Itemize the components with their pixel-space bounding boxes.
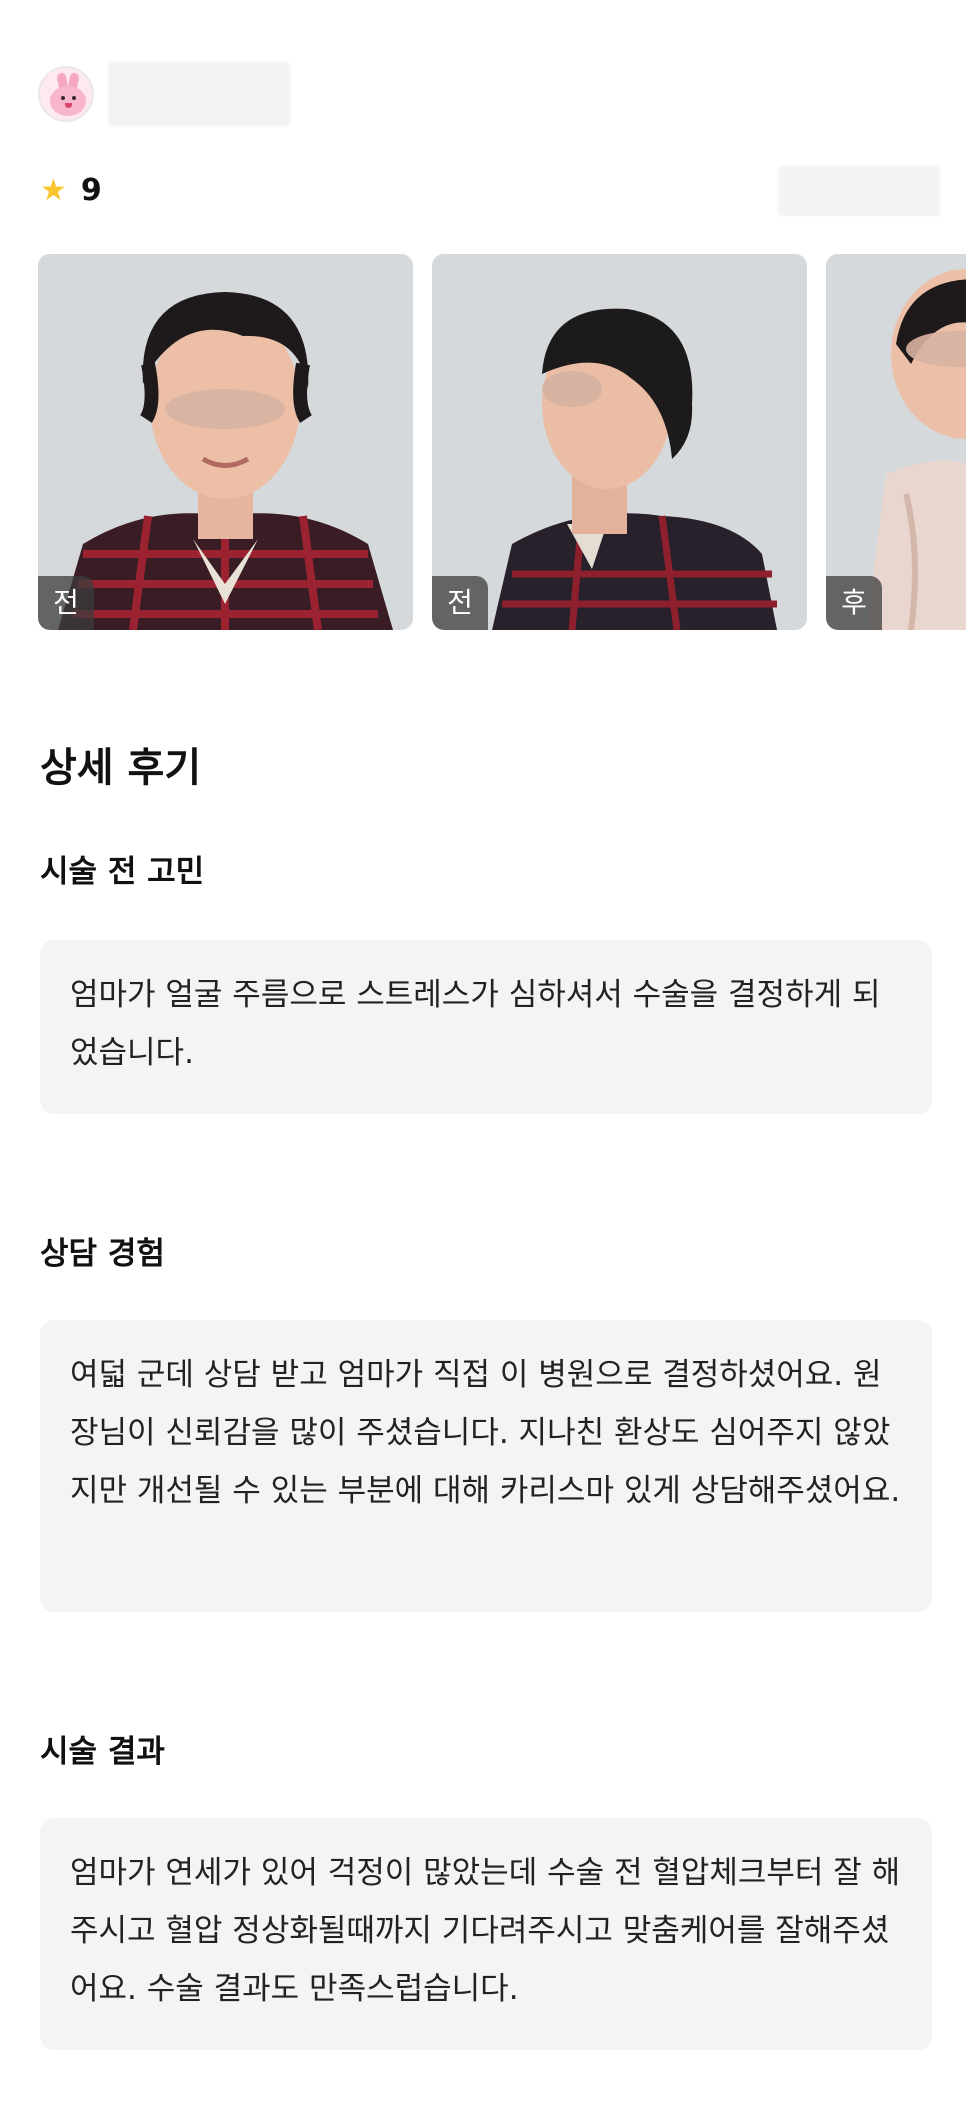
review-date-redacted bbox=[778, 166, 940, 216]
photo-tag: 후 bbox=[826, 576, 882, 630]
star-icon: ★ bbox=[40, 173, 67, 208]
section-title-detailed-review: 상세 후기 bbox=[40, 745, 202, 791]
photo-before-front[interactable]: 전 bbox=[38, 254, 413, 630]
bunny-eye-right bbox=[72, 96, 76, 100]
author-avatar[interactable] bbox=[38, 66, 94, 122]
photo-carousel[interactable]: 전 전 후 bbox=[38, 254, 966, 630]
photo-before-side[interactable]: 전 bbox=[432, 254, 807, 630]
photo-tag: 전 bbox=[38, 576, 94, 630]
review-author-header bbox=[38, 62, 290, 126]
block-heading-concerns: 시술 전 고민 bbox=[40, 854, 205, 890]
block-heading-consultation: 상담 경험 bbox=[40, 1236, 165, 1272]
block-text-concerns: 엄마가 얼굴 주름으로 스트레스가 심하셔서 수술을 결정하게 되었습니다. bbox=[40, 940, 932, 1114]
bunny-eye-left bbox=[61, 96, 65, 100]
bunny-face bbox=[50, 86, 86, 116]
photo-tag: 전 bbox=[432, 576, 488, 630]
block-text-consultation: 여덟 군데 상담 받고 엄마가 직접 이 병원으로 결정하셨어요. 원장님이 신… bbox=[40, 1320, 932, 1612]
rating-value: 9 bbox=[80, 173, 102, 208]
photo-after-front[interactable]: 후 bbox=[826, 254, 966, 630]
author-name-redacted bbox=[108, 62, 290, 126]
review-rating: ★ 9 bbox=[40, 176, 102, 206]
block-heading-results: 시술 결과 bbox=[40, 1734, 165, 1770]
block-text-results: 엄마가 연세가 있어 걱정이 많았는데 수술 전 혈압체크부터 잘 해주시고 혈… bbox=[40, 1818, 932, 2050]
